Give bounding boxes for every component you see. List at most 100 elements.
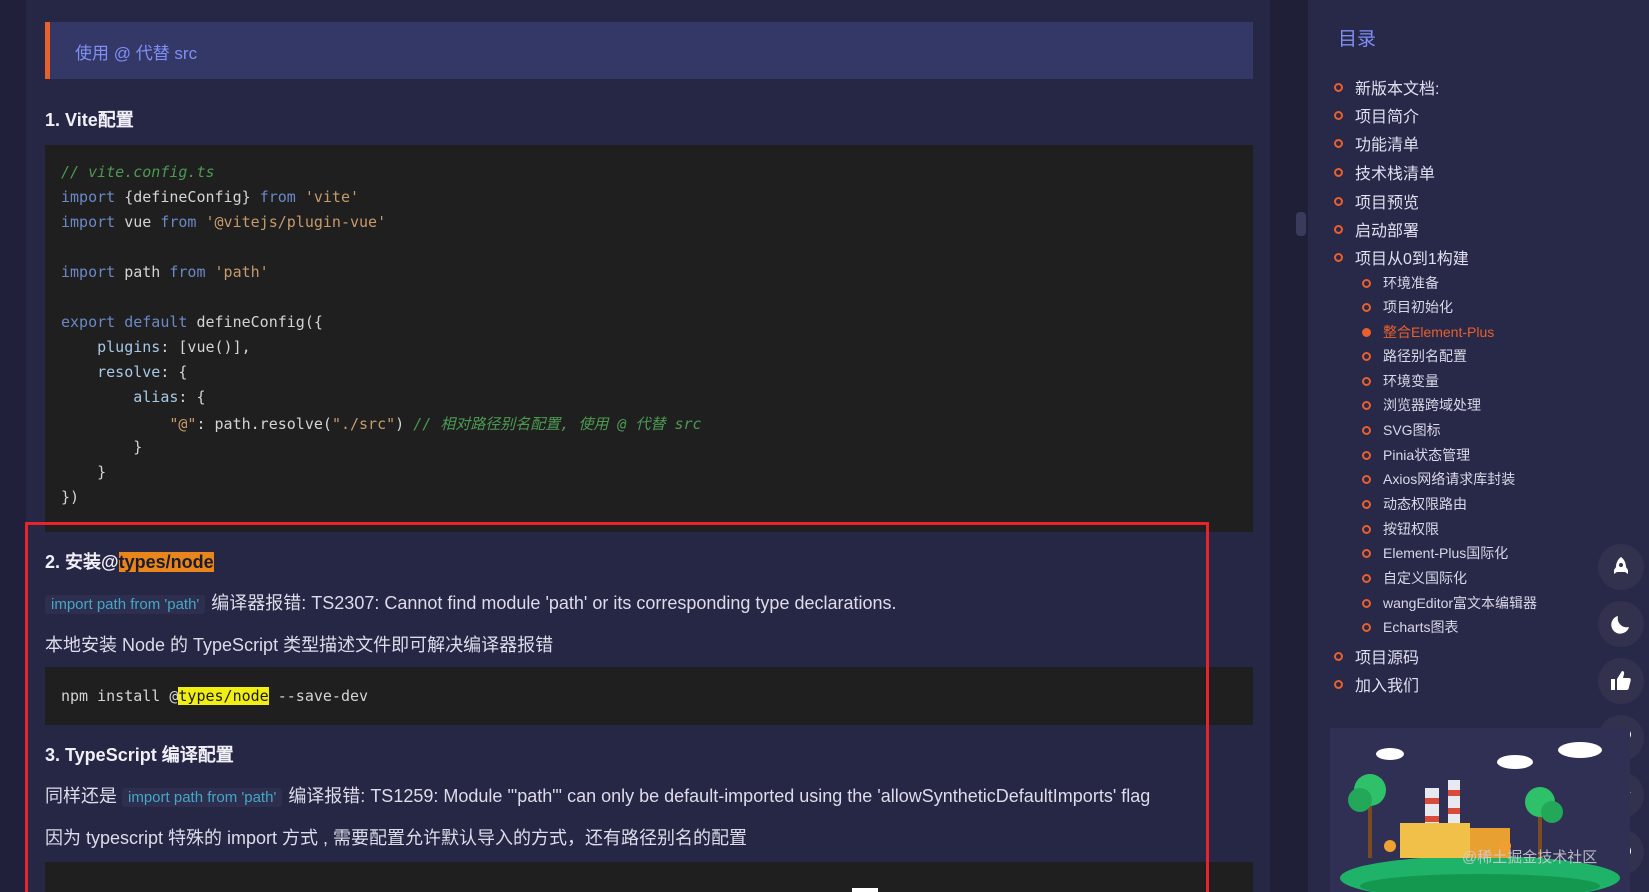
toc-bullet-icon (1362, 474, 1371, 484)
toc-item-label: 环境准备 (1383, 275, 1439, 291)
toc-item-label: 路径别名配置 (1383, 348, 1467, 364)
code-text: } (61, 463, 107, 481)
toc-item[interactable]: 项目简介 (1334, 103, 1419, 127)
toc-item[interactable]: 路径别名配置 (1362, 346, 1467, 366)
toc-item-label: 项目预览 (1355, 195, 1420, 212)
toc-item[interactable]: wangEditor富文本编辑器 (1362, 593, 1537, 613)
code-property: alias (61, 388, 179, 406)
toc-item[interactable]: 整合Element-Plus (1362, 322, 1494, 342)
toc-item[interactable]: 加入我们 (1334, 672, 1419, 696)
toc-item-label: 项目源码 (1355, 650, 1420, 667)
sidebar-illustration (1330, 728, 1630, 892)
code-keyword: import (61, 213, 116, 231)
toc-item[interactable]: 环境准备 (1362, 273, 1439, 293)
thumbs-up-icon (1611, 671, 1631, 690)
toc-bullet-icon (1362, 351, 1371, 361)
toc-bullet-icon (1362, 302, 1371, 312)
toc-item-label: Element-Plus国际化 (1383, 545, 1509, 561)
tip-block: 使用 @ 代替 src (45, 22, 1253, 79)
toc-bullet-icon (1362, 548, 1371, 558)
code-text: }) (61, 488, 80, 506)
code-text: {defineConfig} (115, 188, 260, 206)
toc-item[interactable]: 项目从0到1构建 (1334, 245, 1469, 269)
scrollbar-thumb[interactable] (1296, 212, 1306, 236)
toc-item[interactable]: 浏览器跨域处理 (1362, 395, 1481, 415)
toc-item-label: 加入我们 (1355, 678, 1420, 695)
code-block-vite-config: // vite.config.ts import {defineConfig} … (45, 145, 1253, 532)
toc-bullet-icon (1334, 679, 1343, 689)
toc-item[interactable]: 启动部署 (1334, 217, 1419, 241)
code-text: : { (160, 363, 188, 381)
code-string: 'path' (205, 263, 269, 281)
code-string: "@" (61, 415, 197, 433)
toc-item-label: SVG图标 (1383, 422, 1441, 438)
toc-bullet-icon (1334, 138, 1343, 148)
toc-item[interactable]: 项目初始化 (1362, 297, 1453, 317)
toc-item[interactable]: Echarts图表 (1362, 617, 1458, 637)
toc-item[interactable]: Pinia状态管理 (1362, 445, 1470, 465)
toc-bullet-icon (1362, 450, 1371, 460)
toc-item[interactable]: 项目预览 (1334, 189, 1419, 213)
toc-item-label: Echarts图表 (1383, 619, 1459, 635)
code-comment: // 相对路径别名配置, 使用 @ 代替 src (413, 415, 702, 433)
annotation-red-box (25, 522, 1209, 892)
toc-bullet-icon (1334, 167, 1343, 177)
toc-bullet-icon (1362, 573, 1371, 583)
toc-item[interactable]: 动态权限路由 (1362, 494, 1467, 514)
toc-item-label: 整合Element-Plus (1383, 324, 1495, 340)
section-heading-vite: 1. Vite配置 (45, 110, 134, 130)
theme-toggle-button[interactable] (1598, 601, 1644, 647)
toc-item[interactable]: 技术栈清单 (1334, 160, 1435, 184)
toc-bullet-icon (1334, 82, 1343, 92)
code-keyword: from (259, 188, 296, 206)
code-comment: // vite.config.ts (61, 163, 215, 181)
code-property: plugins (61, 338, 161, 356)
toc-item-label: 环境变量 (1383, 373, 1439, 389)
toc-item[interactable]: 环境变量 (1362, 371, 1439, 391)
toc-item-label: 新版本文档: (1355, 81, 1440, 98)
code-string: "./src" (331, 415, 396, 433)
toc-bullet-icon (1362, 524, 1371, 534)
code-text: : { (178, 388, 206, 406)
code-text: vue (115, 213, 161, 231)
toc-item[interactable]: 功能清单 (1334, 131, 1419, 155)
toc-bullet-icon (1362, 425, 1371, 435)
toc-title: 目录 (1338, 29, 1377, 50)
toc-bullet-icon (1362, 598, 1371, 608)
toc-item[interactable]: 项目源码 (1334, 644, 1419, 668)
left-gutter (0, 0, 26, 892)
code-keyword: import (61, 188, 116, 206)
toc-bullet-icon (1334, 252, 1343, 262)
toc-item-label: 项目初始化 (1383, 299, 1453, 315)
toc-item-label: Axios网络请求库封装 (1383, 471, 1516, 487)
bottom-indicator (852, 888, 878, 892)
code-text: path (115, 263, 170, 281)
toc-item[interactable]: Axios网络请求库封装 (1362, 469, 1515, 489)
toc-item[interactable]: 新版本文档: (1334, 75, 1439, 99)
watermark: @稀土掘金技术社区 (1462, 849, 1598, 866)
toc-item-label: 项目从0到1构建 (1355, 251, 1469, 268)
code-keyword: import (61, 263, 116, 281)
toc-item-label: 技术栈清单 (1355, 166, 1436, 183)
code-string: '@vitejs/plugin-vue' (196, 213, 387, 231)
scrollbar-track[interactable] (1270, 0, 1308, 892)
toc-item[interactable]: 按钮权限 (1362, 519, 1439, 539)
toc-item-label: 自定义国际化 (1383, 570, 1467, 586)
toc-bullet-icon (1334, 651, 1343, 661)
toc-bullet-icon (1362, 499, 1371, 509)
toc-item[interactable]: 自定义国际化 (1362, 568, 1467, 588)
toc-item[interactable]: Element-Plus国际化 (1362, 543, 1508, 563)
back-to-top-button[interactable] (1598, 544, 1644, 590)
island-illustration (1330, 728, 1630, 892)
toc-bullet-icon (1362, 622, 1371, 632)
code-text: } (61, 438, 143, 456)
like-button[interactable] (1598, 658, 1644, 704)
code-text: : path.resolve( (196, 415, 332, 433)
toc-bullet-icon (1362, 376, 1371, 386)
tip-text: 使用 @ 代替 src (75, 44, 198, 63)
code-keyword: from (160, 213, 197, 231)
toc-item[interactable]: SVG图标 (1362, 420, 1441, 440)
toc-bullet-icon (1334, 224, 1343, 234)
code-keyword: export (61, 313, 116, 331)
rocket-icon (1614, 557, 1628, 574)
